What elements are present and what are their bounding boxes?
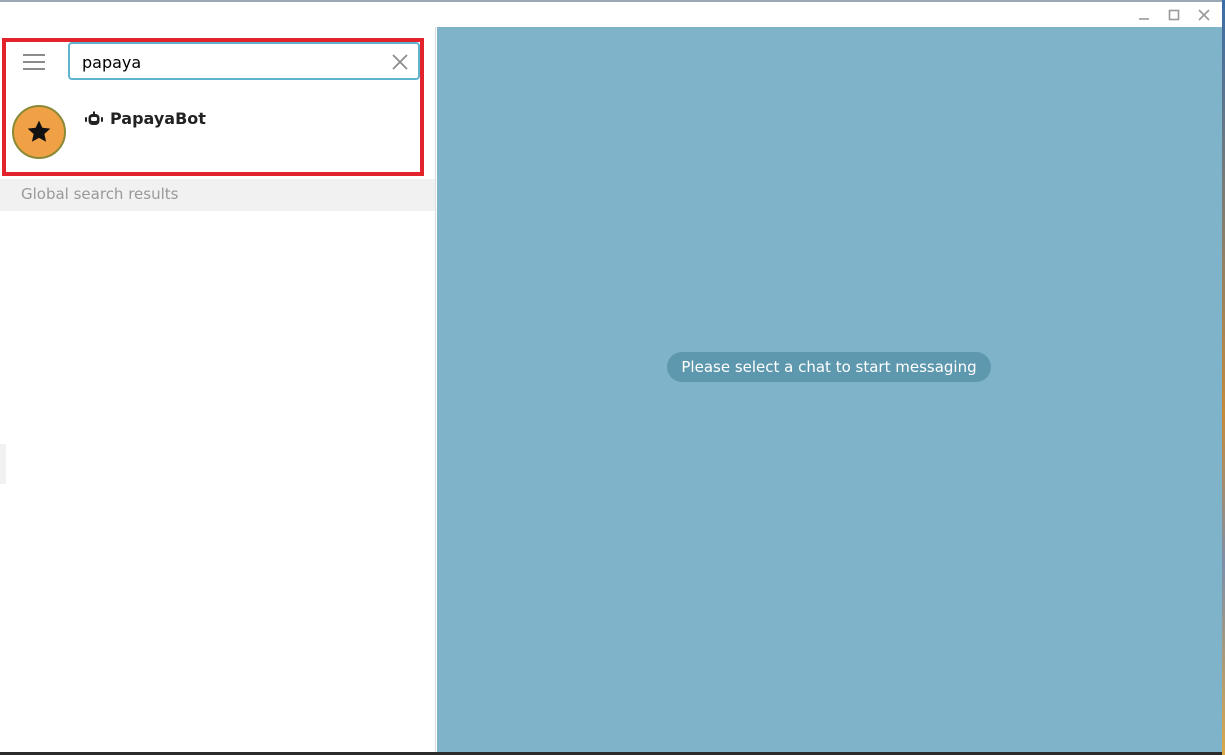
maximize-icon [1168,9,1180,20]
search-box [68,42,420,80]
menu-button[interactable] [18,49,50,75]
scroll-marker [0,444,6,484]
title-bar [0,2,1222,27]
search-result-papayabot[interactable]: PapayaBot [6,97,420,167]
minimize-icon [1139,17,1149,20]
close-button[interactable] [1194,5,1214,25]
search-input[interactable] [82,50,382,74]
avatar [12,105,66,159]
app-window: PapayaBot Global search results Please s… [0,0,1222,752]
chat-area: Please select a chat to start messaging [437,27,1222,752]
hamburger-icon [23,54,45,70]
empty-chat-message: Please select a chat to start messaging [667,352,991,382]
clear-icon [392,54,408,70]
close-icon [1198,8,1210,21]
chat-list-panel: PapayaBot Global search results [0,27,436,752]
minimize-button[interactable] [1134,5,1154,25]
clear-search-button[interactable] [388,50,412,74]
window-controls [1134,2,1214,27]
maximize-button[interactable] [1164,5,1184,25]
bot-icon [84,110,104,128]
global-search-header: Global search results [0,179,435,211]
star-icon [27,120,51,142]
result-name: PapayaBot [110,109,206,128]
global-search-header-label: Global search results [21,185,179,203]
